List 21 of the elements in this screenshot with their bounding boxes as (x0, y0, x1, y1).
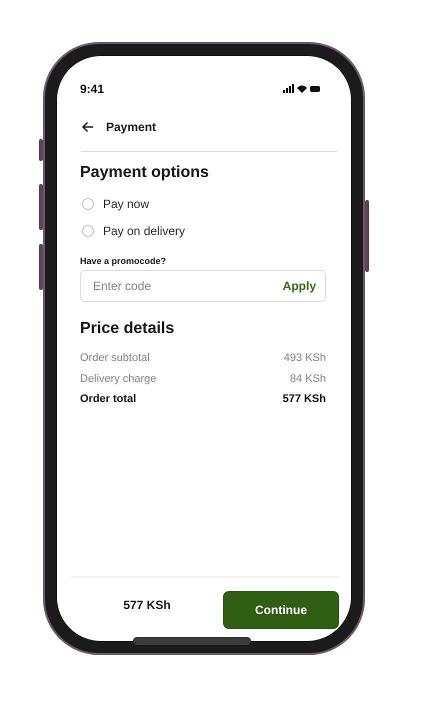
price-label: Delivery charge (80, 372, 156, 385)
option-label: Pay on delivery (103, 224, 186, 238)
status-icons (283, 84, 321, 94)
continue-button[interactable]: Continue (223, 590, 339, 628)
price-label: Order subtotal (80, 352, 150, 364)
promocode-field[interactable]: Enter code Apply (80, 270, 326, 302)
apply-button[interactable]: Apply (282, 279, 316, 293)
price-value: 84 KSh (290, 372, 326, 385)
field-label: Have a promocode? (80, 256, 168, 266)
back-arrow-icon[interactable] (81, 120, 94, 132)
section-title: Price details (80, 320, 176, 338)
option-label: Pay now (103, 196, 150, 210)
price-value: 577 KSh (282, 393, 326, 406)
price-label: Order total (80, 393, 136, 406)
section-title: Payment options (80, 164, 210, 182)
page-title: Payment (106, 120, 156, 134)
status-time: 9:41 (80, 82, 104, 96)
radio-button[interactable] (82, 198, 94, 210)
radio-button[interactable] (82, 224, 94, 236)
price-value: 493 KSh (284, 352, 326, 364)
footer-total: 577 KSh (122, 598, 172, 612)
